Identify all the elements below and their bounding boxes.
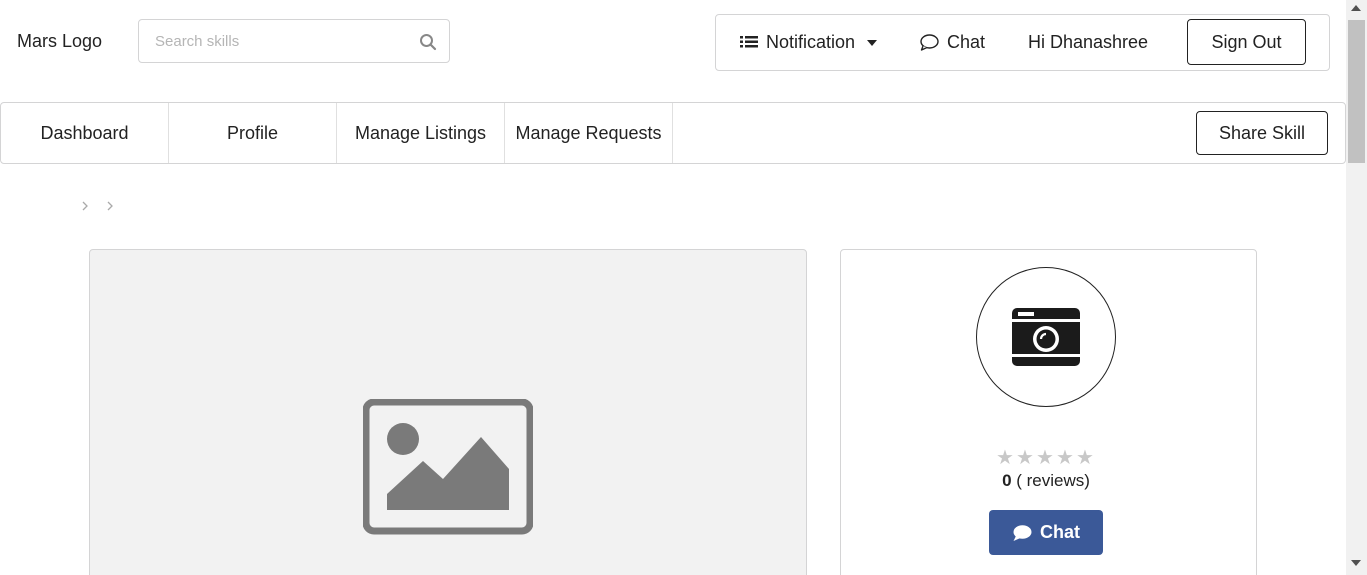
scroll-down-arrow-icon[interactable]	[1351, 560, 1361, 566]
star-rating: ★ ★ ★ ★ ★	[996, 447, 1096, 467]
chat-button[interactable]: Chat	[989, 510, 1103, 555]
chat-bubble-icon	[920, 34, 939, 51]
listing-image-placeholder	[89, 249, 807, 575]
search-box[interactable]	[138, 19, 450, 63]
nav-item-profile[interactable]: Profile	[169, 103, 337, 163]
notification-label: Notification	[766, 32, 856, 52]
nav-item-manage-requests[interactable]: Manage Requests	[505, 103, 673, 163]
search-input[interactable]	[139, 20, 409, 62]
chevron-right-icon	[82, 201, 88, 211]
star-icon: ★	[1056, 445, 1074, 469]
chat-label: Chat	[947, 32, 986, 52]
user-menu: Notification Chat Hi Dhanashree Sign Out	[715, 14, 1330, 71]
share-skill-button[interactable]: Share Skill	[1196, 111, 1328, 155]
caret-down-icon	[867, 39, 878, 46]
star-icon: ★	[1076, 445, 1094, 469]
seller-profile-card: ★ ★ ★ ★ ★ 0 ( reviews) Chat	[840, 249, 1257, 575]
star-icon: ★	[996, 445, 1014, 469]
search-icon[interactable]	[419, 33, 437, 51]
image-placeholder-icon	[363, 399, 533, 535]
review-count: 0 ( reviews)	[841, 471, 1251, 491]
nav-item-manage-listings[interactable]: Manage Listings	[337, 103, 505, 163]
scrollbar[interactable]	[1346, 0, 1367, 575]
list-icon	[740, 35, 758, 47]
chat-button-label: Chat	[1040, 522, 1080, 542]
top-bar: Mars Logo Notification	[0, 0, 1346, 90]
user-greeting: Hi Dhanashree	[1028, 32, 1149, 52]
chevron-right-icon	[107, 201, 113, 211]
main-nav: Dashboard Profile Manage Listings Manage…	[0, 102, 1346, 164]
sign-out-button[interactable]: Sign Out	[1187, 19, 1306, 65]
scroll-up-arrow-icon[interactable]	[1351, 5, 1361, 11]
avatar	[976, 267, 1116, 407]
camera-icon	[1012, 308, 1080, 366]
star-icon: ★	[1016, 445, 1034, 469]
chat-link[interactable]: Chat	[920, 15, 985, 70]
nav-item-dashboard[interactable]: Dashboard	[1, 103, 169, 163]
site-logo[interactable]: Mars Logo	[17, 31, 102, 52]
review-count-label: ( reviews)	[1016, 471, 1090, 490]
scrollbar-thumb[interactable]	[1348, 20, 1365, 163]
review-count-value: 0	[1002, 471, 1012, 490]
star-icon: ★	[1036, 445, 1054, 469]
notification-dropdown[interactable]: Notification	[740, 15, 878, 70]
comment-icon	[1013, 524, 1032, 541]
